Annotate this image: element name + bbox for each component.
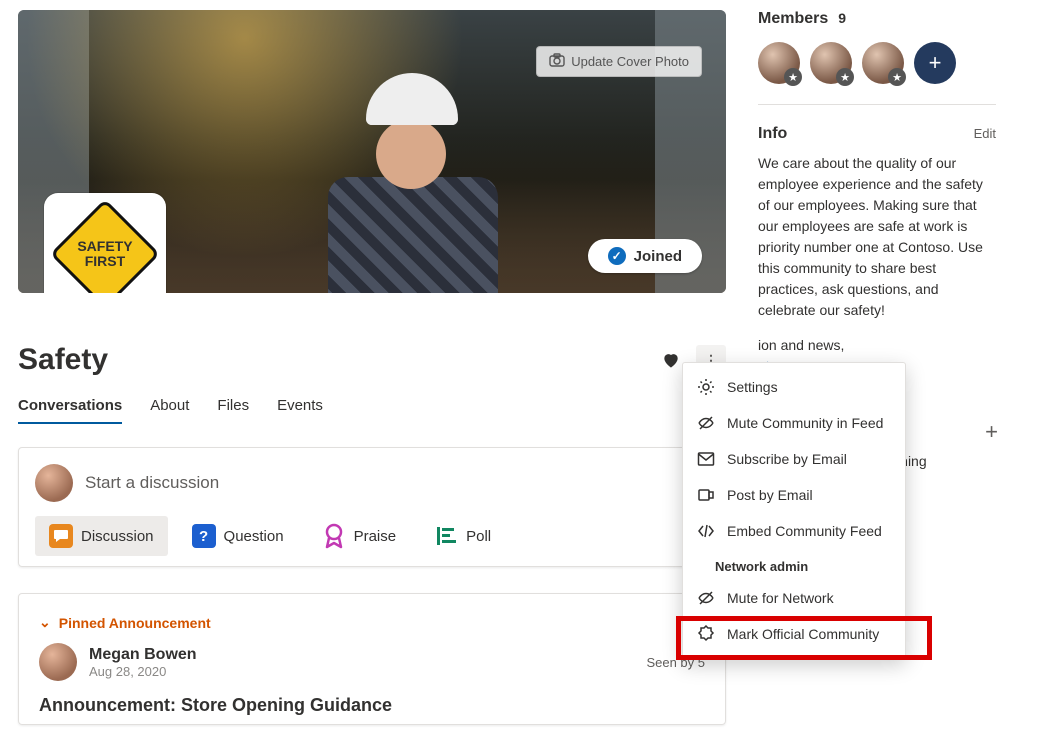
pinned-post: ⌄ Pinned Announcement Megan Bowen Aug 28… bbox=[18, 593, 726, 725]
post-type-praise[interactable]: Praise bbox=[308, 516, 411, 556]
logo-text: SAFETY FIRST bbox=[77, 239, 132, 268]
current-user-avatar bbox=[35, 464, 73, 502]
camera-icon bbox=[549, 53, 565, 70]
update-cover-label: Update Cover Photo bbox=[571, 54, 689, 69]
poll-icon bbox=[434, 524, 458, 548]
tab-files[interactable]: Files bbox=[217, 391, 249, 424]
discussion-icon bbox=[49, 524, 73, 548]
tab-conversations[interactable]: Conversations bbox=[18, 391, 122, 424]
code-icon bbox=[697, 522, 715, 540]
pinned-announcement-toggle[interactable]: ⌄ Pinned Announcement bbox=[39, 614, 705, 631]
plus-icon: + bbox=[985, 419, 998, 444]
post-author-avatar[interactable] bbox=[39, 643, 77, 681]
post-type-poll[interactable]: Poll bbox=[420, 516, 505, 556]
start-discussion-input[interactable]: Start a discussion bbox=[85, 473, 709, 493]
menu-label: Settings bbox=[727, 379, 778, 395]
post-composer: Start a discussion Discussion ? Question bbox=[18, 447, 726, 567]
question-icon: ? bbox=[192, 524, 216, 548]
menu-label: Mute for Network bbox=[727, 590, 834, 606]
post-type-label: Discussion bbox=[81, 528, 154, 545]
admin-star-icon: ★ bbox=[784, 68, 802, 86]
info-frag-text: ion and news, bbox=[758, 337, 844, 353]
add-member-button[interactable]: + bbox=[914, 42, 956, 84]
menu-label: Mark Official Community bbox=[727, 626, 879, 642]
mute-icon bbox=[697, 414, 715, 432]
menu-label: Post by Email bbox=[727, 487, 813, 503]
members-heading: Members bbox=[758, 10, 828, 28]
menu-mark-official[interactable]: Mark Official Community bbox=[683, 616, 905, 652]
menu-label: Subscribe by Email bbox=[727, 451, 847, 467]
pinned-label-text: Pinned Announcement bbox=[59, 615, 211, 631]
menu-mute-network[interactable]: Mute for Network bbox=[683, 580, 905, 616]
menu-settings[interactable]: Settings bbox=[683, 369, 905, 405]
community-title: Safety bbox=[18, 343, 656, 377]
praise-icon bbox=[322, 524, 346, 548]
gear-icon bbox=[697, 378, 715, 396]
community-tabs: Conversations About Files Events bbox=[18, 391, 726, 425]
tab-events[interactable]: Events bbox=[277, 391, 323, 424]
cover-card: Update Cover Photo ✓ Joined SAFETY FIRST… bbox=[18, 10, 726, 725]
menu-post-email[interactable]: Post by Email bbox=[683, 477, 905, 513]
info-header: Info Edit bbox=[758, 125, 996, 143]
menu-mute-feed[interactable]: Mute Community in Feed bbox=[683, 405, 905, 441]
menu-section-header: Network admin bbox=[683, 549, 905, 580]
post-type-label: Question bbox=[224, 528, 284, 545]
post-type-label: Praise bbox=[354, 528, 397, 545]
members-count: 9 bbox=[838, 10, 846, 26]
menu-embed-feed[interactable]: Embed Community Feed bbox=[683, 513, 905, 549]
members-header: Members 9 bbox=[758, 10, 996, 28]
mail-icon bbox=[697, 450, 715, 468]
info-description: We care about the quality of our employe… bbox=[758, 153, 996, 321]
menu-label: Mute Community in Feed bbox=[727, 415, 883, 431]
post-title: Announcement: Store Opening Guidance bbox=[39, 695, 705, 716]
joined-button[interactable]: ✓ Joined bbox=[588, 239, 702, 273]
member-avatar[interactable]: ★ bbox=[862, 42, 904, 84]
menu-label: Embed Community Feed bbox=[727, 523, 882, 539]
admin-star-icon: ★ bbox=[836, 68, 854, 86]
admin-star-icon: ★ bbox=[888, 68, 906, 86]
cover-photo: Update Cover Photo ✓ Joined SAFETY FIRST bbox=[18, 10, 726, 293]
add-pinned-link-button[interactable]: + bbox=[985, 419, 998, 445]
community-actions-menu: Settings Mute Community in Feed Subscrib… bbox=[682, 362, 906, 659]
mailbox-icon bbox=[697, 486, 715, 504]
post-type-discussion[interactable]: Discussion bbox=[35, 516, 168, 556]
edit-info-link[interactable]: Edit bbox=[974, 126, 996, 141]
menu-subscribe-email[interactable]: Subscribe by Email bbox=[683, 441, 905, 477]
post-type-question[interactable]: ? Question bbox=[178, 516, 298, 556]
member-avatar[interactable]: ★ bbox=[758, 42, 800, 84]
plus-icon: + bbox=[929, 50, 942, 76]
update-cover-photo-button[interactable]: Update Cover Photo bbox=[536, 46, 702, 77]
post-type-label: Poll bbox=[466, 528, 491, 545]
community-logo[interactable]: SAFETY FIRST bbox=[44, 193, 166, 293]
joined-label: Joined bbox=[634, 248, 682, 265]
tab-about[interactable]: About bbox=[150, 391, 189, 424]
check-circle-icon: ✓ bbox=[608, 247, 626, 265]
post-date: Aug 28, 2020 bbox=[89, 664, 197, 679]
member-avatar[interactable]: ★ bbox=[810, 42, 852, 84]
mute-icon bbox=[697, 589, 715, 607]
info-heading: Info bbox=[758, 125, 787, 143]
chevron-down-icon: ⌄ bbox=[39, 614, 51, 631]
cover-person-illustration bbox=[318, 65, 498, 293]
badge-icon bbox=[697, 625, 715, 643]
post-author-name[interactable]: Megan Bowen bbox=[89, 646, 197, 664]
